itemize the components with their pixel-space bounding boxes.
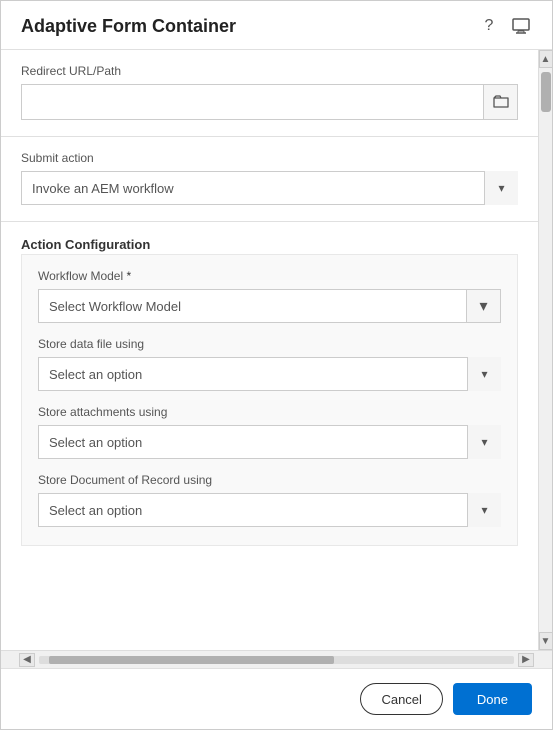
store-attachments-label: Store attachments using	[38, 405, 501, 419]
scroll-down-arrow[interactable]: ▼	[539, 632, 553, 650]
redirect-url-label: Redirect URL/Path	[21, 64, 518, 78]
scroll-right-arrow[interactable]: ▶	[518, 653, 534, 667]
store-data-select-wrapper: Select an option ▾	[38, 357, 501, 391]
store-doc-select[interactable]: Select an option	[38, 493, 501, 527]
action-config-title: Action Configuration	[21, 223, 150, 262]
store-attachments-field-group: Store attachments using Select an option…	[38, 405, 501, 459]
action-config-section: Action Configuration Workflow Model Sele…	[21, 222, 518, 546]
store-doc-label: Store Document of Record using	[38, 473, 501, 487]
store-doc-select-wrapper: Select an option ▾	[38, 493, 501, 527]
store-doc-field-group: Store Document of Record using Select an…	[38, 473, 501, 527]
submit-action-label: Submit action	[21, 151, 518, 165]
content-area: Redirect URL/Path Submit action Invoke	[1, 50, 538, 650]
workflow-model-label: Workflow Model	[38, 269, 501, 283]
store-attachments-select-wrapper: Select an option ▾	[38, 425, 501, 459]
redirect-url-input-wrapper	[21, 84, 518, 120]
dialog-title: Adaptive Form Container	[21, 16, 236, 37]
h-scroll-track	[39, 656, 514, 664]
store-data-field-group: Store data file using Select an option ▾	[38, 337, 501, 391]
dialog-body: Redirect URL/Path Submit action Invoke	[1, 50, 552, 650]
browse-icon[interactable]	[483, 85, 517, 119]
workflow-model-dropdown-arrow[interactable]: ▾	[467, 289, 501, 323]
scroll-up-arrow[interactable]: ▲	[539, 50, 553, 68]
redirect-url-field-group: Redirect URL/Path	[21, 50, 518, 120]
vertical-scrollbar: ▲ ▼	[538, 50, 552, 650]
store-data-label: Store data file using	[38, 337, 501, 351]
adaptive-form-container-dialog: Adaptive Form Container ? Redirect URL/P…	[0, 0, 553, 730]
action-config-inner: Workflow Model Select Workflow Model ▾	[21, 254, 518, 546]
scroll-thumb[interactable]	[541, 72, 551, 112]
submit-action-field-group: Submit action Invoke an AEM workflow Sub…	[21, 137, 518, 205]
dialog-header: Adaptive Form Container ?	[1, 1, 552, 50]
done-button[interactable]: Done	[453, 683, 532, 715]
dialog-footer: Cancel Done	[1, 668, 552, 729]
h-scroll-thumb[interactable]	[49, 656, 334, 664]
horizontal-scrollbar: ◀ ▶	[1, 650, 552, 668]
header-icons: ?	[478, 15, 532, 37]
workflow-model-select-wrapper: Select Workflow Model	[38, 289, 467, 323]
store-attachments-select[interactable]: Select an option	[38, 425, 501, 459]
cancel-button[interactable]: Cancel	[360, 683, 442, 715]
responsive-layout-icon[interactable]	[510, 15, 532, 37]
submit-action-select[interactable]: Invoke an AEM workflow Submit to REST en…	[21, 171, 518, 205]
workflow-model-field-group: Workflow Model Select Workflow Model ▾	[38, 269, 501, 323]
submit-action-select-wrapper: Invoke an AEM workflow Submit to REST en…	[21, 171, 518, 205]
redirect-url-input[interactable]	[22, 85, 483, 119]
store-data-select[interactable]: Select an option	[38, 357, 501, 391]
workflow-model-row: Select Workflow Model ▾	[38, 289, 501, 323]
scroll-left-arrow[interactable]: ◀	[19, 653, 35, 667]
help-icon[interactable]: ?	[478, 15, 500, 37]
workflow-model-select[interactable]: Select Workflow Model	[38, 289, 467, 323]
